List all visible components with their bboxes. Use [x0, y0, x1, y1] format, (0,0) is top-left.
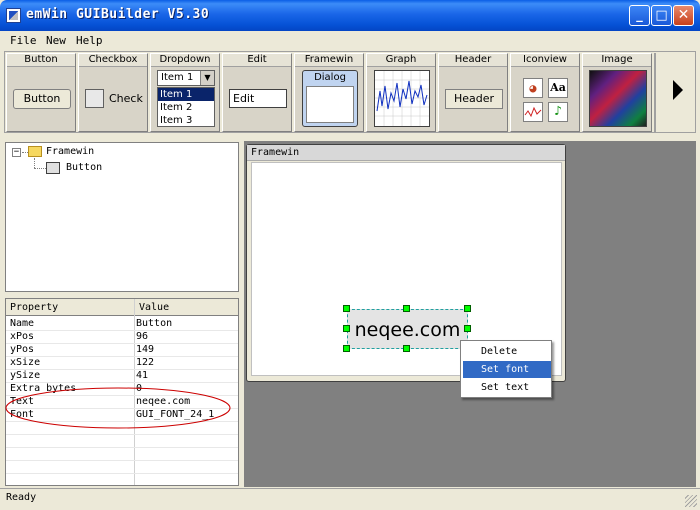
property-column-header[interactable]: Property — [6, 299, 134, 316]
property-row[interactable]: xPos 96 — [6, 331, 238, 344]
app-icon — [6, 8, 21, 23]
property-name: xPos — [10, 331, 35, 342]
property-name: Name — [10, 318, 35, 329]
value-column-header[interactable]: Value — [135, 299, 238, 316]
graph-icon — [523, 102, 543, 122]
widget-checkbox[interactable]: Checkbox Check — [78, 53, 148, 132]
resize-handle-sw[interactable] — [343, 345, 350, 352]
sample-button: Button — [13, 89, 71, 109]
resize-handle-nw[interactable] — [343, 305, 350, 312]
widget-label: Dropdown — [151, 54, 219, 67]
menu-item-set-font[interactable]: Set font — [463, 361, 551, 378]
dropdown-item: Item 1 — [158, 88, 214, 101]
property-value[interactable]: 149 — [136, 344, 154, 356]
button-node-icon — [46, 162, 60, 174]
resize-handle-ne[interactable] — [464, 305, 471, 312]
widget-label: Framewin — [295, 54, 363, 67]
tree-line — [34, 168, 46, 169]
property-value[interactable]: Button — [136, 318, 172, 330]
widget-label: Graph — [367, 54, 435, 67]
widget-header[interactable]: Header Header — [438, 53, 508, 132]
folder-icon — [28, 146, 42, 157]
widget-dropdown[interactable]: Dropdown Item 1 ▼ Item 1 Item 2 Item 3 — [150, 53, 220, 132]
status-bar: Ready — [0, 488, 700, 510]
property-row[interactable]: xSize 122 — [6, 357, 238, 370]
resize-handle-e[interactable] — [464, 325, 471, 332]
status-text: Ready — [6, 492, 37, 503]
menu-item-set-text[interactable]: Set text — [463, 379, 551, 396]
property-value[interactable]: 122 — [136, 357, 154, 369]
dropdown-item: Item 3 — [160, 115, 193, 126]
close-button[interactable]: ✕ — [673, 5, 694, 26]
framewin-sample-client — [306, 86, 354, 123]
tree-item-framewin[interactable]: Framewin — [46, 146, 94, 157]
property-row[interactable]: ySize 41 — [6, 370, 238, 383]
context-menu: Delete Set font Set text — [460, 340, 552, 398]
framewin-sample-title: Dialog — [314, 72, 346, 83]
property-row[interactable]: Name Button — [6, 318, 238, 331]
property-row — [6, 461, 238, 474]
property-name: ySize — [10, 370, 41, 381]
widget-edit[interactable]: Edit Edit — [222, 53, 292, 132]
menu-help[interactable]: Help — [76, 34, 103, 47]
collapse-icon[interactable]: − — [12, 148, 21, 157]
widget-tree: − Framewin Button — [5, 142, 239, 292]
palette-icon: ◕ — [523, 78, 543, 98]
maximize-button[interactable]: □ — [651, 5, 672, 26]
tree-line — [34, 158, 35, 168]
framewin-title: Framewin — [247, 145, 565, 161]
resize-handle-n[interactable] — [403, 305, 410, 312]
image-sample — [589, 70, 647, 127]
selected-button[interactable]: neqee.com — [347, 309, 468, 349]
menu-file[interactable]: File — [10, 34, 37, 47]
widget-label: Checkbox — [79, 54, 147, 67]
property-value[interactable]: 41 — [136, 370, 148, 382]
resize-grip-icon[interactable] — [685, 495, 697, 507]
property-value[interactable]: 96 — [136, 331, 148, 343]
widget-iconview[interactable]: Iconview ◕ Aa ♪ — [510, 53, 580, 132]
scroll-right-icon[interactable] — [673, 80, 683, 100]
window-title: emWin GUIBuilder V5.30 — [26, 7, 210, 22]
title-bar: emWin GUIBuilder V5.30 _ □ ✕ — [0, 0, 700, 31]
selected-button-label: neqee.com — [354, 319, 461, 341]
minimize-button[interactable]: _ — [629, 5, 650, 26]
font-icon: Aa — [548, 78, 568, 98]
graph-sample — [374, 70, 430, 127]
menu-bar: File New Help — [0, 31, 700, 50]
widget-label: Iconview — [511, 54, 579, 67]
property-name: xSize — [10, 357, 41, 368]
edit-field-sample: Edit — [229, 89, 287, 108]
resize-handle-s[interactable] — [403, 345, 410, 352]
widget-button[interactable]: Button Button — [6, 53, 76, 132]
widget-label: Header — [439, 54, 507, 67]
widget-image[interactable]: Image — [582, 53, 652, 132]
dropdown-selected: Item 1 ▼ — [157, 70, 215, 86]
property-row — [6, 435, 238, 448]
annotation-ellipse — [5, 387, 231, 429]
framewin-sample: Dialog — [302, 70, 358, 127]
widget-framewin[interactable]: Framewin Dialog — [294, 53, 364, 132]
header-sample: Header — [445, 89, 503, 109]
menu-new[interactable]: New — [46, 34, 66, 47]
widget-label: Edit — [223, 54, 291, 67]
checkbox-label: Check — [109, 92, 143, 105]
tree-item-button[interactable]: Button — [66, 162, 102, 173]
dropdown-item: Item 2 — [160, 102, 193, 113]
toolbar-divider — [654, 53, 656, 132]
property-name: yPos — [10, 344, 35, 355]
checkbox-box — [85, 89, 104, 108]
graph-sample-icon — [375, 71, 429, 126]
widget-label: Image — [583, 54, 651, 67]
property-row — [6, 474, 238, 485]
chevron-down-icon: ▼ — [200, 71, 214, 85]
dropdown-list: Item 1 Item 2 Item 3 — [157, 87, 215, 127]
music-note-icon: ♪ — [548, 102, 568, 122]
property-row[interactable]: yPos 149 — [6, 344, 238, 357]
property-row — [6, 448, 238, 461]
resize-handle-w[interactable] — [343, 325, 350, 332]
widget-label: Button — [7, 54, 75, 67]
menu-item-delete[interactable]: Delete — [463, 343, 551, 360]
widget-graph[interactable]: Graph — [366, 53, 436, 132]
